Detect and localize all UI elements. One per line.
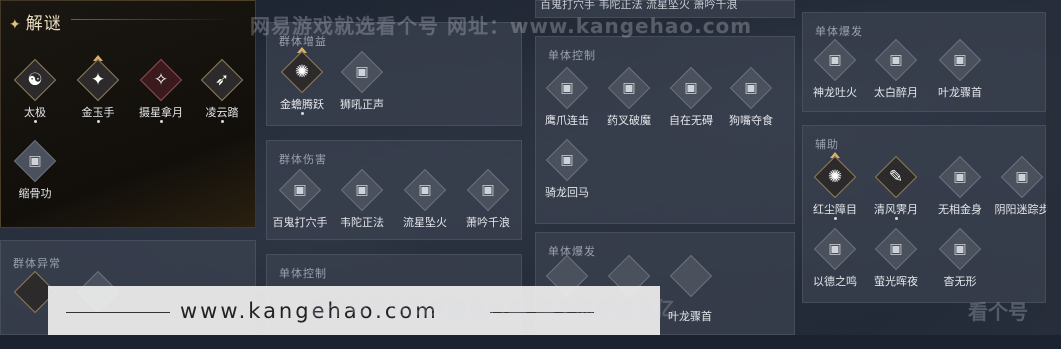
- locked-skill-icon: ▣: [481, 182, 495, 198]
- puzzle-header: ✦ 解谜: [9, 9, 62, 34]
- locked-skill-icon: ▣: [953, 52, 967, 68]
- learned-dot-icon: [97, 120, 100, 123]
- single-control-title-2: 单体控制: [279, 267, 327, 280]
- watermark-top: 网易游戏就选看个号 网址：www.kangehao.com: [250, 14, 753, 38]
- skill-icon: ✺: [827, 167, 843, 187]
- skill-tile[interactable]: ▣ 流星坠火: [390, 167, 460, 247]
- locked-skill-icon: ▣: [828, 241, 842, 257]
- locked-skill-icon: ▣: [889, 52, 903, 68]
- skill-name: 叶龙骤首: [938, 86, 982, 99]
- locked-skill-icon: ▣: [828, 52, 842, 68]
- skill-name: 狗嘴夺食: [729, 114, 773, 127]
- skill-tile[interactable]: ▣ 太白醉月: [861, 37, 931, 117]
- skill-tile[interactable]: ▣ 狮吼正声: [327, 49, 397, 129]
- learned-dot-icon: [301, 112, 304, 115]
- learned-dot-icon: [221, 120, 224, 123]
- skill-tile[interactable]: ▣ 狗嘴夺食: [716, 65, 786, 145]
- skill-tile[interactable]: ✧ 摄星拿月: [126, 57, 196, 137]
- support-panel: 辅助 ✺ 红尘障目 ✎ 清风霁月 ▣ 无相金身 ▣ 阴阳迷踪步 ▣ 以德之鸣 ▣ 萤光晖夜 ▣ 杳无形: [800, 125, 1050, 306]
- skill-tile[interactable]: ▣ 百鬼打穴手: [265, 167, 335, 247]
- footer-line-left: [66, 312, 170, 313]
- skill-tile[interactable]: ▣ 杳无形: [925, 226, 995, 306]
- skill-icon: ✎: [888, 167, 904, 187]
- skill-name: 骑龙回马: [545, 186, 589, 199]
- skill-icon: ✧: [153, 70, 169, 90]
- locked-skill-icon: ▣: [560, 80, 574, 96]
- single-burst-panel: 单体爆发 ▣ 神龙吐火 ▣ 太白醉月 ▣ 叶龙骤首: [802, 12, 1046, 112]
- skill-tile[interactable]: ▣ 叶龙骤首: [925, 37, 995, 117]
- skill-icon: ✦: [90, 70, 106, 90]
- skill-name: 杳无形: [943, 275, 977, 288]
- support-title: 辅助: [815, 138, 839, 151]
- single-control-panel: 单体控制 ▣ 鹰爪连击 ▣ 药叉破魔 ▣ 自在无碍 ▣ 狗嘴夺食 ▣ 骑龙回马: [535, 36, 795, 224]
- right-edge: [1046, 0, 1061, 335]
- locked-skill-icon: ▣: [293, 182, 307, 198]
- locked-skill-icon: ▣: [355, 182, 369, 198]
- locked-skill-icon: ▣: [355, 64, 369, 80]
- skill-tile[interactable]: ✦ 金玉手: [63, 55, 133, 137]
- group-damage-panel: 群体伤害 ▣ 百鬼打穴手 ▣ 韦陀正法 ▣ 流星坠火 ▣ 萧吟千浪: [266, 140, 522, 240]
- locked-skill-icon: ▣: [560, 152, 574, 168]
- skill-name: 缩骨功: [18, 187, 52, 200]
- skill-tile[interactable]: ☯ 太极: [0, 57, 70, 137]
- skill-icon: ➶: [214, 70, 230, 90]
- skill-tile[interactable]: ▣ 萤光晖夜: [861, 226, 931, 306]
- learned-dot-icon: [34, 120, 37, 123]
- skill-tile[interactable]: ▣ 萧吟千浪: [453, 167, 523, 247]
- skill-name: 凌云踏: [205, 106, 239, 119]
- skill-tile[interactable]: ▣ 神龙吐火: [800, 37, 870, 117]
- skill-tile[interactable]: ▣ 韦陀正法: [327, 167, 397, 247]
- skill-name: 狮吼正声: [340, 98, 384, 111]
- locked-skill-icon: ▣: [953, 241, 967, 257]
- learned-dot-icon: [895, 217, 898, 220]
- watermark-bottom: 看个号专业网易游戏八年 年交易额过百亿: [308, 298, 676, 320]
- group-damage-title: 群体伤害: [279, 153, 327, 166]
- star-icon: ✦: [9, 17, 22, 33]
- locked-skill-icon: ▣: [28, 153, 42, 169]
- skill-tile[interactable]: ✺ 红尘障目: [800, 152, 870, 234]
- puzzle-title: 解谜: [25, 14, 62, 34]
- skill-tile[interactable]: ▣ 药叉破魔: [594, 65, 664, 145]
- locked-skill-icon: ▣: [622, 80, 636, 96]
- skill-frame: [669, 254, 713, 298]
- skill-name: 萧吟千浪: [466, 216, 510, 229]
- single-control-title: 单体控制: [548, 49, 596, 62]
- skill-tile[interactable]: ▣ 鹰爪连击: [532, 65, 602, 145]
- skill-tile[interactable]: ➶ 凌云踏: [187, 57, 257, 137]
- skill-tile[interactable]: ▣ 以德之鸣: [800, 226, 870, 306]
- skill-tile[interactable]: ✎ 清风霁月: [861, 154, 931, 234]
- locked-skill-icon: ▣: [889, 241, 903, 257]
- locked-skill-icon: ▣: [744, 80, 758, 96]
- skill-icon: ☯: [27, 70, 43, 90]
- locked-skill-icon: ▣: [953, 169, 967, 185]
- header-divider: [71, 19, 231, 20]
- site-logo: 看个号: [968, 300, 1028, 324]
- skill-tile[interactable]: ▣ 无相金身: [925, 154, 995, 234]
- learned-dot-icon: [834, 217, 837, 220]
- locked-skill-icon: ▣: [418, 182, 432, 198]
- skill-tile[interactable]: ▣ 骑龙回马: [532, 137, 602, 217]
- learned-dot-icon: [160, 120, 163, 123]
- skill-tile[interactable]: ▣ 缩骨功: [0, 138, 70, 218]
- puzzle-panel: ✦ 解谜 ☯ 太极 ✦ 金玉手 ✧ 摄星拿月 ➶ 凌云踏 ▣ 缩骨功: [0, 0, 256, 228]
